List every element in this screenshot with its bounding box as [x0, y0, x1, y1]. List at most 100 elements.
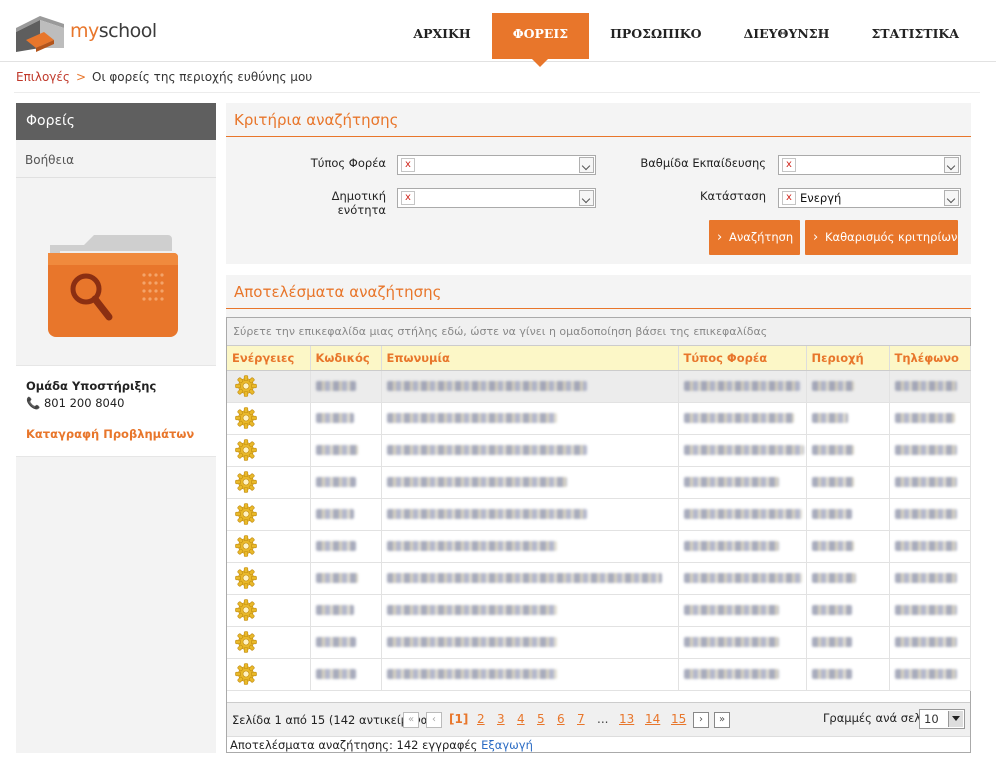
gear-icon[interactable]: [232, 406, 310, 430]
table-row[interactable]: [227, 658, 971, 691]
gear-icon[interactable]: [232, 598, 310, 622]
gear-icon[interactable]: [232, 502, 310, 526]
cell-name: [381, 626, 679, 659]
table-row[interactable]: [227, 498, 971, 531]
prev-page-button[interactable]: ‹: [426, 712, 442, 728]
table-header-row: Ενέργειες Κωδικός Επωνυμία Τύπος Φορέα Π…: [227, 346, 971, 371]
logo-icon: [16, 16, 64, 52]
page-link[interactable]: 6: [557, 712, 565, 726]
cell-code: [310, 594, 382, 627]
gear-icon[interactable]: [232, 470, 310, 494]
col-phone[interactable]: Τηλέφωνο: [889, 346, 971, 371]
cell-phone: [889, 466, 971, 499]
next-page-button[interactable]: ›: [693, 712, 709, 728]
gear-icon[interactable]: [232, 534, 310, 558]
clear-type-icon[interactable]: x: [401, 158, 415, 172]
group-by-bar[interactable]: Σύρετε την επικεφαλίδα μιας στήλης εδώ, …: [227, 318, 970, 346]
results-title: Αποτελέσματα αναζήτησης: [226, 275, 971, 309]
page-link[interactable]: 2: [477, 712, 485, 726]
support-phone: 📞 801 200 8040: [26, 396, 206, 410]
chevron-down-icon[interactable]: [944, 190, 959, 206]
logo-suffix: school: [98, 20, 157, 42]
col-area[interactable]: Περιοχή: [806, 346, 890, 371]
breadcrumb: Επιλογές > Οι φορείς της περιοχής ευθύνης …: [16, 70, 312, 84]
table-row[interactable]: [227, 370, 971, 403]
export-link[interactable]: Εξαγωγή: [481, 738, 533, 752]
logo-text: myschool: [70, 20, 157, 42]
reset-criteria-button[interactable]: › Καθαρισμός κριτηρίων: [805, 220, 958, 255]
nav-staff[interactable]: ΠΡΟΣΩΠΙΚΟ: [589, 13, 722, 59]
col-code[interactable]: Κωδικός: [310, 346, 382, 371]
cell-code: [310, 658, 382, 691]
municipal-select[interactable]: x: [397, 188, 596, 208]
logo-prefix: my: [70, 20, 99, 42]
cell-name: [381, 434, 679, 467]
gear-icon[interactable]: [232, 374, 310, 398]
table-row[interactable]: [227, 562, 971, 595]
results-table: Ενέργειες Κωδικός Επωνυμία Τύπος Φορέα Π…: [227, 346, 971, 691]
sidebar-help-link[interactable]: Βοήθεια: [16, 140, 216, 178]
logo[interactable]: myschool: [14, 14, 164, 54]
rows-per-page-select[interactable]: 10: [919, 709, 965, 729]
table-row[interactable]: [227, 402, 971, 435]
last-page-button[interactable]: »: [714, 712, 730, 728]
cell-area: [806, 658, 890, 691]
top-header: myschool ΑΡΧΙΚΗ ΦΟΡΕΙΣ ΠΡΟΣΩΠΙΚΟ ΔΙΕΥΘΥΝ…: [0, 0, 996, 67]
cell-type: [678, 562, 807, 595]
chevron-right-icon: ›: [717, 230, 723, 245]
pager: Σελίδα 1 από 15 (142 αντικείμενα) « ‹ [1…: [227, 702, 970, 736]
type-select[interactable]: x: [397, 155, 596, 175]
search-results-panel: Αποτελέσματα αναζήτησης Σύρετε την επικε…: [226, 275, 971, 753]
breadcrumb-current: Οι φορείς της περιοχής ευθύνης μου: [92, 70, 313, 84]
report-problem-link[interactable]: Καταγραφή Προβλημάτων: [26, 427, 206, 441]
chevron-down-icon[interactable]: [579, 157, 594, 173]
cell-name: [381, 466, 679, 499]
gear-icon[interactable]: [232, 662, 310, 686]
page-link[interactable]: 15: [671, 712, 686, 726]
clear-status-icon[interactable]: x: [782, 191, 796, 205]
table-row[interactable]: [227, 594, 971, 627]
cell-code: [310, 626, 382, 659]
caret-down-icon[interactable]: [948, 711, 963, 727]
table-row[interactable]: [227, 530, 971, 563]
table-row[interactable]: [227, 466, 971, 499]
page-link[interactable]: 13: [619, 712, 634, 726]
cell-area: [806, 370, 890, 403]
table-row[interactable]: [227, 626, 971, 659]
nav-organizations[interactable]: ΦΟΡΕΙΣ: [491, 13, 590, 67]
level-select[interactable]: x: [778, 155, 961, 175]
status-select[interactable]: x Ενεργή: [778, 188, 961, 208]
table-row[interactable]: [227, 434, 971, 467]
cell-code: [310, 370, 382, 403]
chevron-down-icon[interactable]: [579, 190, 594, 206]
nav-directorate[interactable]: ΔΙΕΥΘΥΝΣΗ: [723, 13, 851, 59]
gear-icon[interactable]: [232, 566, 310, 590]
cell-name: [381, 530, 679, 563]
cell-code: [310, 402, 382, 435]
breadcrumb-divider: [14, 92, 980, 93]
chevron-down-icon[interactable]: [944, 157, 959, 173]
level-label: Βαθμίδα Εκπαίδευσης: [640, 156, 766, 170]
page-link[interactable]: 7: [577, 712, 585, 726]
search-button[interactable]: › Αναζήτηση: [709, 220, 800, 255]
first-page-button[interactable]: «: [403, 712, 419, 728]
cell-type: [678, 658, 807, 691]
folder-search-icon: [48, 235, 178, 337]
page-link[interactable]: 5: [537, 712, 545, 726]
page-link[interactable]: 14: [645, 712, 660, 726]
gear-icon[interactable]: [232, 630, 310, 654]
page-link[interactable]: 3: [497, 712, 505, 726]
gear-icon[interactable]: [232, 438, 310, 462]
cell-actions: [227, 562, 311, 595]
cell-actions: [227, 466, 311, 499]
col-actions[interactable]: Ενέργειες: [227, 346, 311, 371]
col-type[interactable]: Τύπος Φορέα: [678, 346, 807, 371]
clear-municipal-icon[interactable]: x: [401, 191, 415, 205]
cell-actions: [227, 498, 311, 531]
col-name[interactable]: Επωνυμία: [381, 346, 679, 371]
nav-statistics[interactable]: ΣΤΑΤΙΣΤΙΚΑ: [850, 13, 980, 59]
nav-home[interactable]: ΑΡΧΙΚΗ: [392, 13, 491, 59]
clear-level-icon[interactable]: x: [782, 158, 796, 172]
breadcrumb-root-link[interactable]: Επιλογές: [16, 70, 70, 84]
page-link[interactable]: 4: [517, 712, 525, 726]
